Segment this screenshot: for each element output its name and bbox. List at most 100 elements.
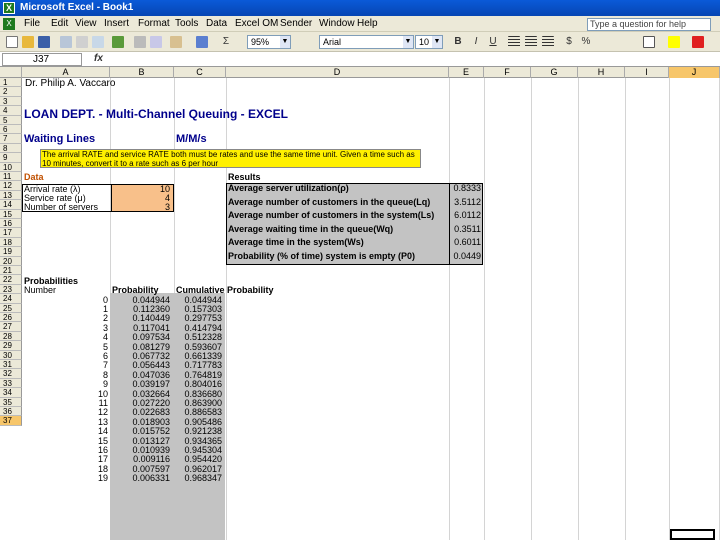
prob-header-number[interactable]: Number bbox=[24, 286, 56, 295]
prob-number[interactable]: 6 bbox=[24, 351, 108, 361]
row-header[interactable]: 35 bbox=[0, 397, 22, 407]
row-header[interactable]: 30 bbox=[0, 350, 22, 360]
note-line-1[interactable]: The arrival RATE and service RATE both m… bbox=[42, 150, 415, 159]
row-header[interactable]: 37 bbox=[0, 416, 22, 426]
column-header-f[interactable]: F bbox=[484, 67, 531, 78]
result-value[interactable]: 0.3511 bbox=[450, 224, 481, 234]
column-header-b[interactable]: B bbox=[110, 67, 174, 78]
row-header[interactable]: 26 bbox=[0, 313, 22, 323]
row-header[interactable]: 28 bbox=[0, 331, 22, 342]
select-all-corner[interactable] bbox=[0, 67, 22, 78]
result-label[interactable]: Average waiting time in the queue(Wq) bbox=[228, 224, 393, 234]
row-header[interactable]: 12 bbox=[0, 181, 22, 191]
italic-button[interactable]: I bbox=[470, 35, 482, 49]
row-header[interactable]: 5 bbox=[0, 115, 22, 125]
prob-value[interactable]: 0.056443 bbox=[112, 361, 170, 370]
font-select[interactable]: Arial ▼ bbox=[319, 35, 414, 49]
prob-cumulative[interactable]: 0.512328 bbox=[176, 333, 222, 342]
menu-data[interactable]: Data bbox=[206, 16, 227, 32]
row-header[interactable]: 18 bbox=[0, 237, 22, 248]
undo-icon[interactable] bbox=[196, 36, 208, 48]
align-left-icon[interactable] bbox=[508, 36, 520, 48]
row-header[interactable]: 21 bbox=[0, 266, 22, 276]
row-header[interactable]: 32 bbox=[0, 369, 22, 379]
prob-value[interactable]: 0.039197 bbox=[112, 380, 170, 389]
copy-icon[interactable] bbox=[150, 36, 162, 48]
prob-cumulative[interactable]: 0.954420 bbox=[176, 455, 222, 464]
prob-number[interactable]: 2 bbox=[24, 314, 108, 323]
prob-value[interactable]: 0.022683 bbox=[112, 408, 170, 417]
prob-value[interactable]: 0.140449 bbox=[112, 314, 170, 323]
prob-header-cumulative[interactable]: Cumulative Probability bbox=[176, 286, 274, 295]
row-header[interactable]: 23 bbox=[0, 284, 22, 295]
result-label[interactable]: Average server utilization(ρ) bbox=[228, 184, 349, 193]
input-service-rate[interactable]: 4 bbox=[112, 194, 170, 203]
spelling-icon[interactable] bbox=[112, 36, 124, 48]
paste-icon[interactable] bbox=[170, 36, 182, 48]
percent-button[interactable]: % bbox=[580, 35, 592, 49]
font-color-icon[interactable] bbox=[692, 36, 704, 48]
active-cell-j37[interactable] bbox=[670, 529, 715, 540]
input-arrival-rate[interactable]: 10 bbox=[112, 185, 170, 194]
row-header[interactable]: 1 bbox=[0, 78, 22, 88]
prob-number[interactable]: 10 bbox=[24, 389, 108, 399]
menu-insert[interactable]: Insert bbox=[104, 16, 129, 32]
save-icon[interactable] bbox=[38, 36, 50, 48]
row-header[interactable]: 22 bbox=[0, 275, 22, 285]
row-header[interactable]: 34 bbox=[0, 388, 22, 398]
row-header[interactable]: 9 bbox=[0, 153, 22, 163]
prob-number[interactable]: 16 bbox=[24, 445, 108, 455]
workbook-icon[interactable]: X bbox=[3, 18, 15, 30]
prob-cumulative[interactable]: 0.921238 bbox=[176, 427, 222, 436]
column-header-a[interactable]: A bbox=[22, 67, 110, 78]
row-header[interactable]: 27 bbox=[0, 322, 22, 332]
row-header[interactable]: 14 bbox=[0, 200, 22, 210]
input-label-servers[interactable]: Number of servers bbox=[24, 203, 98, 212]
section-title[interactable]: Waiting Lines bbox=[24, 134, 95, 145]
prob-header-probability[interactable]: Probability bbox=[112, 286, 159, 295]
row-header[interactable]: 4 bbox=[0, 106, 22, 116]
row-header[interactable]: 25 bbox=[0, 303, 22, 313]
prob-cumulative[interactable]: 0.804016 bbox=[176, 380, 222, 389]
row-header[interactable]: 3 bbox=[0, 96, 22, 107]
new-icon[interactable] bbox=[6, 36, 18, 48]
row-header[interactable]: 31 bbox=[0, 360, 22, 370]
row-header[interactable]: 13 bbox=[0, 190, 22, 201]
menu-view[interactable]: View bbox=[75, 16, 97, 32]
cut-icon[interactable] bbox=[134, 36, 146, 48]
print-icon[interactable] bbox=[76, 36, 88, 48]
prob-value[interactable]: 0.009116 bbox=[112, 455, 170, 464]
row-header[interactable]: 36 bbox=[0, 407, 22, 417]
column-header-h[interactable]: H bbox=[578, 67, 625, 78]
result-label[interactable]: Average time in the system(Ws) bbox=[228, 238, 364, 247]
input-servers[interactable]: 3 bbox=[112, 203, 170, 212]
row-header[interactable]: 10 bbox=[0, 162, 22, 172]
column-header-e[interactable]: E bbox=[449, 67, 484, 78]
menu-help[interactable]: Help bbox=[357, 16, 378, 32]
result-label[interactable]: Probability (% of time) system is empty … bbox=[228, 251, 415, 261]
menu-format[interactable]: Format bbox=[138, 16, 170, 32]
currency-button[interactable]: $ bbox=[563, 35, 575, 49]
author-text[interactable]: Dr. Philip A. Vaccaro bbox=[25, 79, 115, 89]
align-center-icon[interactable] bbox=[525, 36, 537, 48]
prob-value[interactable]: 0.015752 bbox=[112, 427, 170, 436]
result-value[interactable]: 0.0449 bbox=[450, 251, 481, 261]
prob-cumulative[interactable]: 0.886583 bbox=[176, 408, 222, 417]
prob-number[interactable]: 19 bbox=[24, 474, 108, 483]
prob-number[interactable]: 3 bbox=[24, 323, 108, 333]
prob-value[interactable]: 0.097534 bbox=[112, 333, 170, 342]
menu-tools[interactable]: Tools bbox=[175, 16, 198, 32]
result-value[interactable]: 6.0112 bbox=[450, 211, 481, 220]
borders-icon[interactable] bbox=[643, 36, 655, 48]
insert-function-icon[interactable]: fx bbox=[94, 53, 103, 64]
prob-number[interactable]: 5 bbox=[24, 342, 108, 352]
name-box[interactable]: J37 bbox=[2, 53, 82, 66]
worksheet-grid[interactable]: 1 2 3 4 5 6 7 8 9 10 11 12 13 14 15 16 17 18 19 20 21 22 23 24 2… bbox=[0, 78, 720, 540]
column-header-c[interactable]: C bbox=[174, 67, 226, 78]
row-header[interactable]: 24 bbox=[0, 294, 22, 304]
prob-number[interactable]: 14 bbox=[24, 427, 108, 436]
prob-number[interactable]: 4 bbox=[24, 333, 108, 342]
prob-cumulative[interactable]: 0.717783 bbox=[176, 361, 222, 370]
row-header[interactable]: 20 bbox=[0, 256, 22, 266]
print-preview-icon[interactable] bbox=[92, 36, 104, 48]
